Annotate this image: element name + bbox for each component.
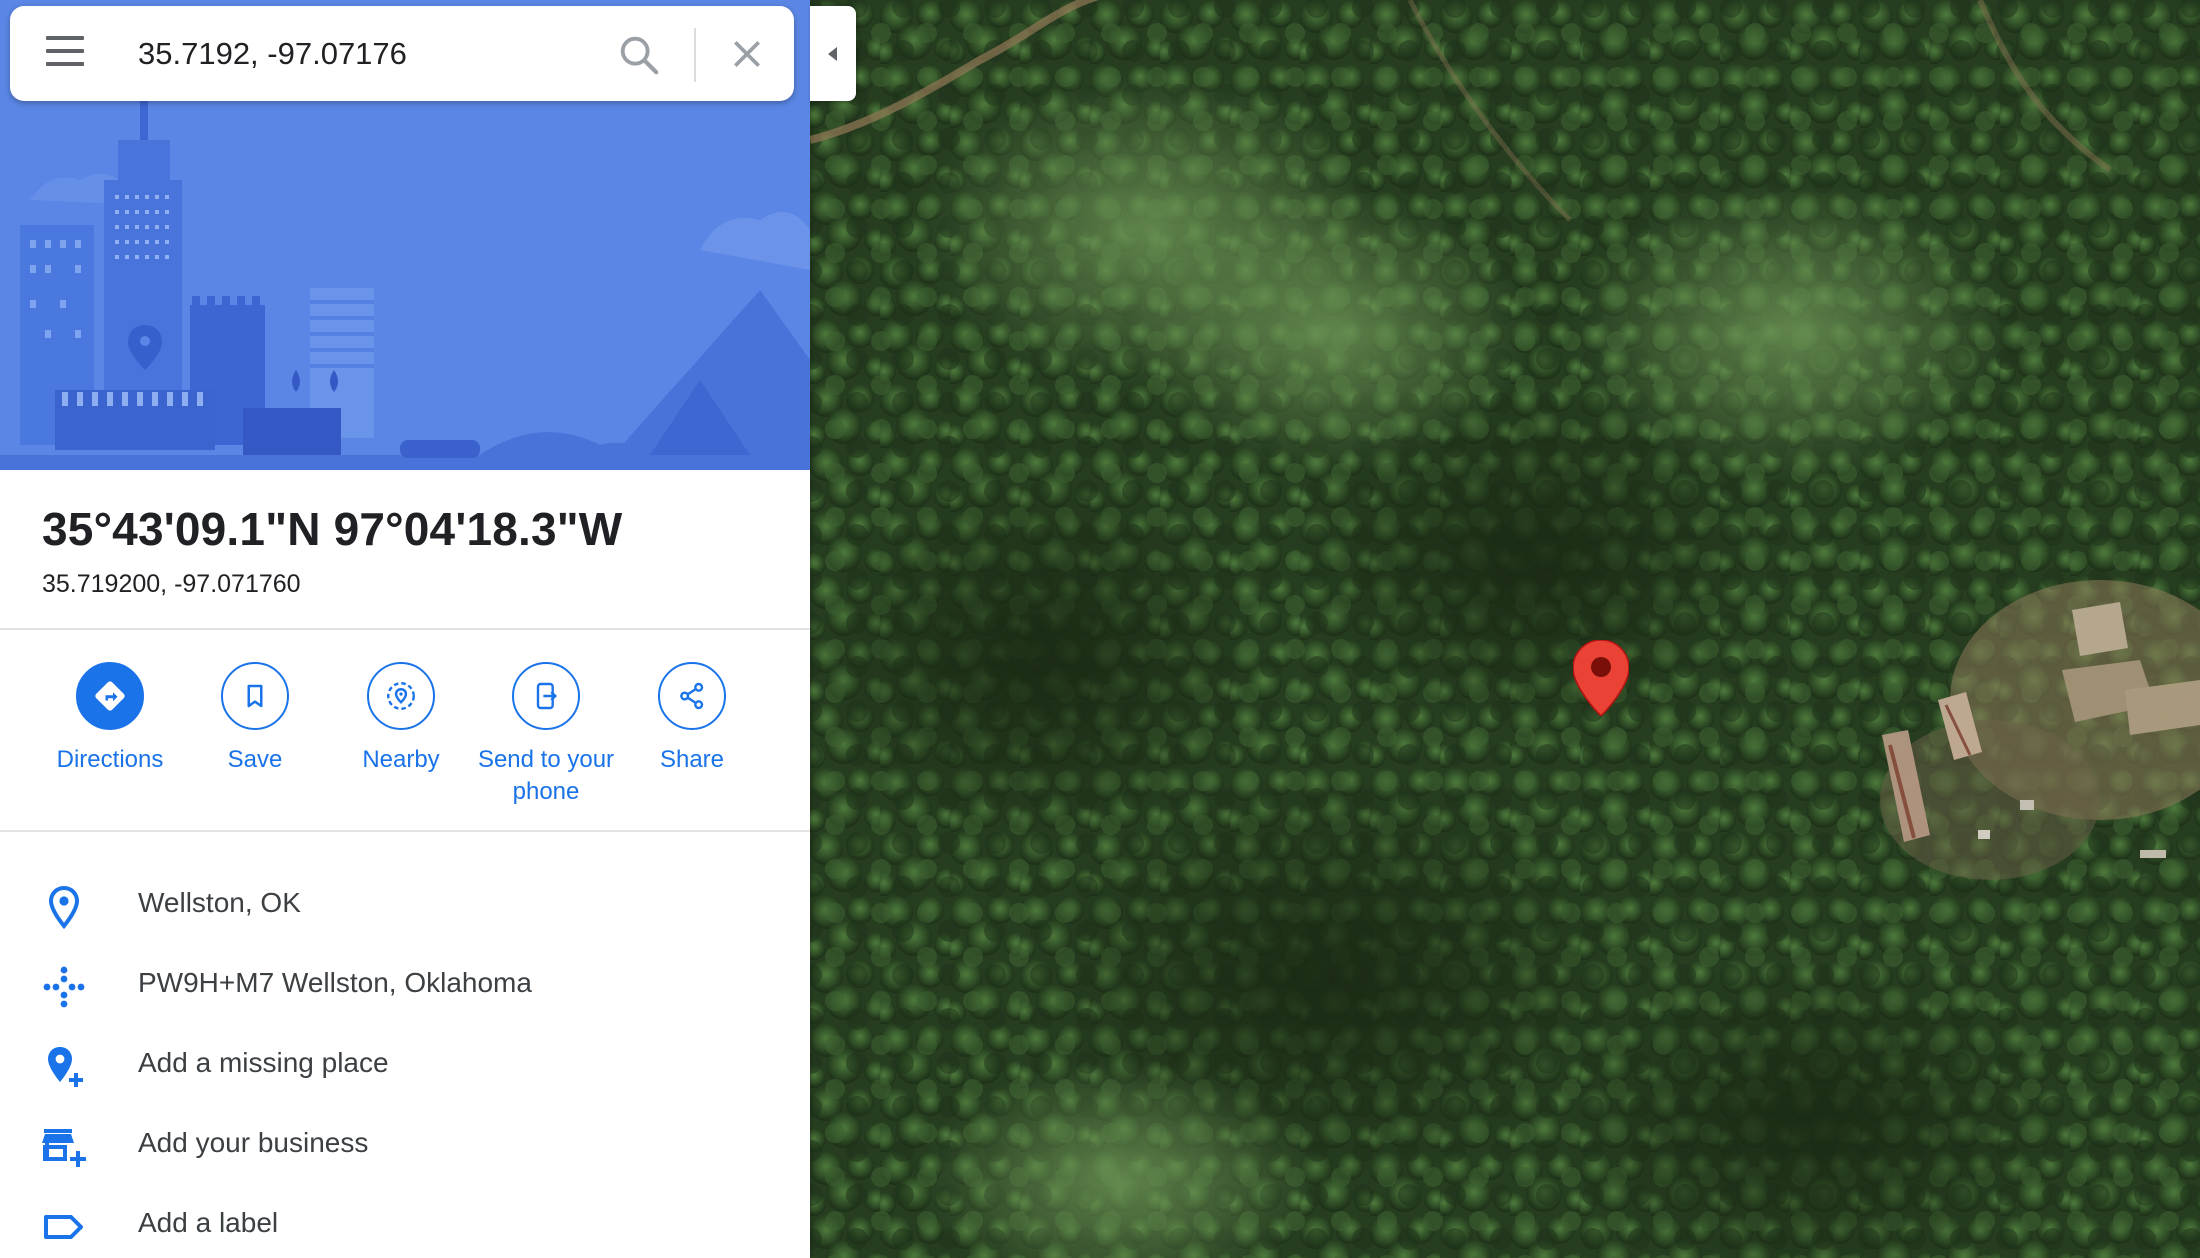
divider: [0, 628, 810, 630]
action-label: Save: [227, 746, 283, 773]
address-text: Wellston, OK: [138, 887, 301, 918]
label-icon: [44, 1215, 83, 1239]
decimal-coordinates: 35.719200, -97.071760: [42, 570, 301, 598]
share-icon: [680, 682, 704, 710]
add-label-row[interactable]: Add a label: [0, 1193, 810, 1253]
plus-code-text: PW9H+M7 Wellston, Oklahoma: [138, 967, 532, 998]
send-to-phone-button[interactable]: Send to your phone: [473, 662, 619, 808]
location-pin-icon: [48, 885, 80, 930]
add-business-icon: [42, 1129, 86, 1167]
search-icon: [620, 36, 659, 75]
address-row[interactable]: Wellston, OK: [0, 873, 810, 933]
action-label: Nearby: [362, 746, 440, 773]
add-missing-place-row[interactable]: Add a missing place: [0, 1033, 810, 1093]
add-place-icon: [48, 1047, 83, 1087]
search-divider: [694, 28, 696, 82]
menu-button[interactable]: [44, 36, 86, 72]
share-button[interactable]: Share: [619, 662, 765, 776]
search-input[interactable]: [136, 28, 590, 80]
action-label: Share: [659, 746, 725, 773]
clear-search-button[interactable]: [727, 34, 767, 74]
close-icon: [734, 41, 760, 67]
side-panel: 35°43'09.1"N 97°04'18.3"W 35.719200, -97…: [0, 0, 810, 1258]
divider: [0, 830, 810, 832]
plus-code-row[interactable]: PW9H+M7 Wellston, Oklahoma: [0, 953, 810, 1013]
place-header: 35°43'09.1"N 97°04'18.3"W 35.719200, -97…: [42, 502, 782, 599]
search-button[interactable]: [616, 32, 662, 78]
location-marker-icon[interactable]: [1573, 640, 1629, 716]
nearby-button[interactable]: Nearby: [328, 662, 474, 776]
add-business-row[interactable]: Add your business: [0, 1113, 810, 1173]
caret-left-icon: [828, 46, 837, 61]
directions-icon: [95, 681, 125, 711]
collapse-panel-button[interactable]: [810, 6, 856, 101]
satellite-map[interactable]: [810, 0, 2200, 1258]
add-business-text: Add your business: [138, 1127, 369, 1158]
bookmark-icon: [247, 684, 263, 708]
save-button[interactable]: Save: [182, 662, 328, 776]
action-label: Send to your phone: [477, 746, 615, 805]
action-bar: Directions Save Nearby Send to your phon…: [0, 662, 810, 822]
action-label: Directions: [56, 746, 164, 773]
search-box: [10, 6, 794, 101]
satellite-imagery: [810, 0, 2200, 1258]
add-missing-place-text: Add a missing place: [138, 1047, 389, 1078]
directions-button[interactable]: Directions: [37, 662, 183, 776]
hamburger-icon: [46, 36, 84, 40]
page-title: 35°43'09.1"N 97°04'18.3"W: [42, 503, 623, 555]
nearby-icon: [387, 682, 415, 710]
add-label-text: Add a label: [138, 1207, 279, 1238]
plus-code-icon: [43, 966, 85, 1008]
send-to-phone-icon: [536, 682, 558, 710]
